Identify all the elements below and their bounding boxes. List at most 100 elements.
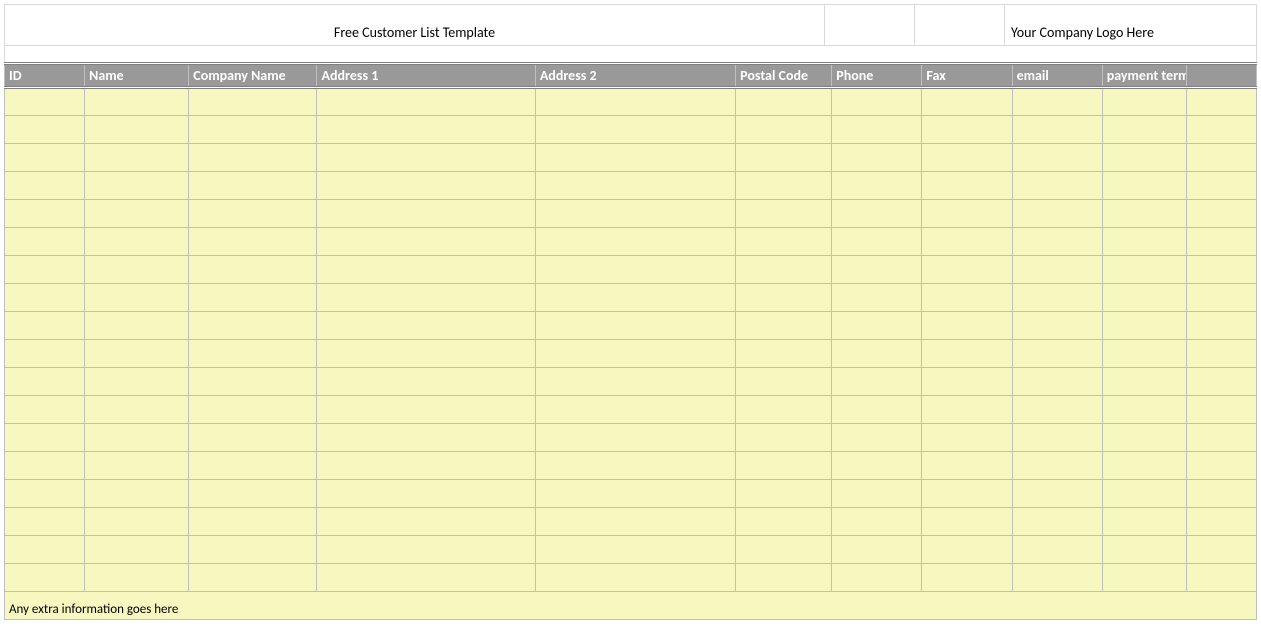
- table-cell[interactable]: [832, 312, 922, 340]
- table-cell[interactable]: [832, 116, 922, 144]
- table-cell[interactable]: [5, 200, 85, 228]
- table-cell[interactable]: [736, 200, 832, 228]
- table-cell[interactable]: [1012, 116, 1102, 144]
- table-cell[interactable]: [85, 88, 189, 116]
- table-cell[interactable]: [922, 200, 1012, 228]
- table-cell[interactable]: [189, 228, 317, 256]
- table-cell[interactable]: [1186, 508, 1256, 536]
- table-cell[interactable]: [189, 480, 317, 508]
- table-cell[interactable]: [922, 536, 1012, 564]
- table-cell[interactable]: [1012, 508, 1102, 536]
- table-cell[interactable]: [832, 480, 922, 508]
- table-cell[interactable]: [1012, 396, 1102, 424]
- table-cell[interactable]: [832, 228, 922, 256]
- table-cell[interactable]: [1102, 564, 1186, 592]
- table-cell[interactable]: [1012, 424, 1102, 452]
- table-cell[interactable]: [1186, 228, 1256, 256]
- table-cell[interactable]: [922, 312, 1012, 340]
- table-cell[interactable]: [189, 172, 317, 200]
- table-cell[interactable]: [5, 480, 85, 508]
- table-cell[interactable]: [317, 340, 535, 368]
- table-cell[interactable]: [317, 452, 535, 480]
- table-cell[interactable]: [1186, 536, 1256, 564]
- table-cell[interactable]: [736, 256, 832, 284]
- table-cell[interactable]: [535, 312, 735, 340]
- table-cell[interactable]: [832, 452, 922, 480]
- col-fax[interactable]: Fax: [922, 64, 1012, 88]
- table-cell[interactable]: [5, 228, 85, 256]
- table-cell[interactable]: [1012, 564, 1102, 592]
- table-cell[interactable]: [535, 508, 735, 536]
- table-cell[interactable]: [1102, 480, 1186, 508]
- table-cell[interactable]: [85, 536, 189, 564]
- table-cell[interactable]: [1186, 256, 1256, 284]
- table-cell[interactable]: [317, 144, 535, 172]
- table-cell[interactable]: [1102, 256, 1186, 284]
- table-cell[interactable]: [832, 536, 922, 564]
- table-cell[interactable]: [832, 256, 922, 284]
- table-cell[interactable]: [1102, 116, 1186, 144]
- table-cell[interactable]: [189, 256, 317, 284]
- table-cell[interactable]: [5, 424, 85, 452]
- table-cell[interactable]: [1012, 200, 1102, 228]
- table-cell[interactable]: [317, 508, 535, 536]
- table-cell[interactable]: [1102, 88, 1186, 116]
- table-cell[interactable]: [922, 88, 1012, 116]
- table-cell[interactable]: [189, 508, 317, 536]
- table-cell[interactable]: [1186, 200, 1256, 228]
- table-cell[interactable]: [189, 396, 317, 424]
- table-cell[interactable]: [85, 284, 189, 312]
- table-cell[interactable]: [1012, 228, 1102, 256]
- table-cell[interactable]: [922, 144, 1012, 172]
- table-cell[interactable]: [535, 564, 735, 592]
- table-cell[interactable]: [1012, 256, 1102, 284]
- table-cell[interactable]: [189, 536, 317, 564]
- table-cell[interactable]: [317, 228, 535, 256]
- table-cell[interactable]: [1012, 452, 1102, 480]
- table-cell[interactable]: [189, 116, 317, 144]
- table-cell[interactable]: [85, 144, 189, 172]
- table-cell[interactable]: [317, 480, 535, 508]
- table-cell[interactable]: [1102, 368, 1186, 396]
- table-cell[interactable]: [189, 564, 317, 592]
- table-cell[interactable]: [1012, 172, 1102, 200]
- table-cell[interactable]: [189, 312, 317, 340]
- table-cell[interactable]: [85, 200, 189, 228]
- table-cell[interactable]: [922, 116, 1012, 144]
- col-postal-code[interactable]: Postal Code: [736, 64, 832, 88]
- table-cell[interactable]: [189, 340, 317, 368]
- table-cell[interactable]: [189, 88, 317, 116]
- table-cell[interactable]: [922, 172, 1012, 200]
- table-cell[interactable]: [736, 536, 832, 564]
- table-cell[interactable]: [922, 564, 1012, 592]
- table-cell[interactable]: [535, 144, 735, 172]
- table-cell[interactable]: [317, 284, 535, 312]
- table-cell[interactable]: [736, 480, 832, 508]
- table-cell[interactable]: [317, 172, 535, 200]
- table-cell[interactable]: [1186, 284, 1256, 312]
- table-cell[interactable]: [1102, 200, 1186, 228]
- table-cell[interactable]: [922, 424, 1012, 452]
- table-cell[interactable]: [1012, 340, 1102, 368]
- table-cell[interactable]: [922, 340, 1012, 368]
- table-cell[interactable]: [922, 452, 1012, 480]
- table-cell[interactable]: [85, 480, 189, 508]
- table-cell[interactable]: [736, 564, 832, 592]
- table-cell[interactable]: [535, 480, 735, 508]
- table-cell[interactable]: [1012, 368, 1102, 396]
- table-cell[interactable]: [85, 564, 189, 592]
- table-cell[interactable]: [922, 284, 1012, 312]
- table-cell[interactable]: [1102, 452, 1186, 480]
- col-payment-terms[interactable]: payment terms: [1102, 64, 1186, 88]
- table-cell[interactable]: [1186, 172, 1256, 200]
- table-cell[interactable]: [736, 368, 832, 396]
- table-cell[interactable]: [922, 508, 1012, 536]
- table-cell[interactable]: [1102, 396, 1186, 424]
- table-cell[interactable]: [1012, 284, 1102, 312]
- table-cell[interactable]: [85, 340, 189, 368]
- table-cell[interactable]: [1186, 368, 1256, 396]
- table-cell[interactable]: [535, 88, 735, 116]
- table-cell[interactable]: [189, 424, 317, 452]
- table-cell[interactable]: [832, 200, 922, 228]
- table-cell[interactable]: [5, 368, 85, 396]
